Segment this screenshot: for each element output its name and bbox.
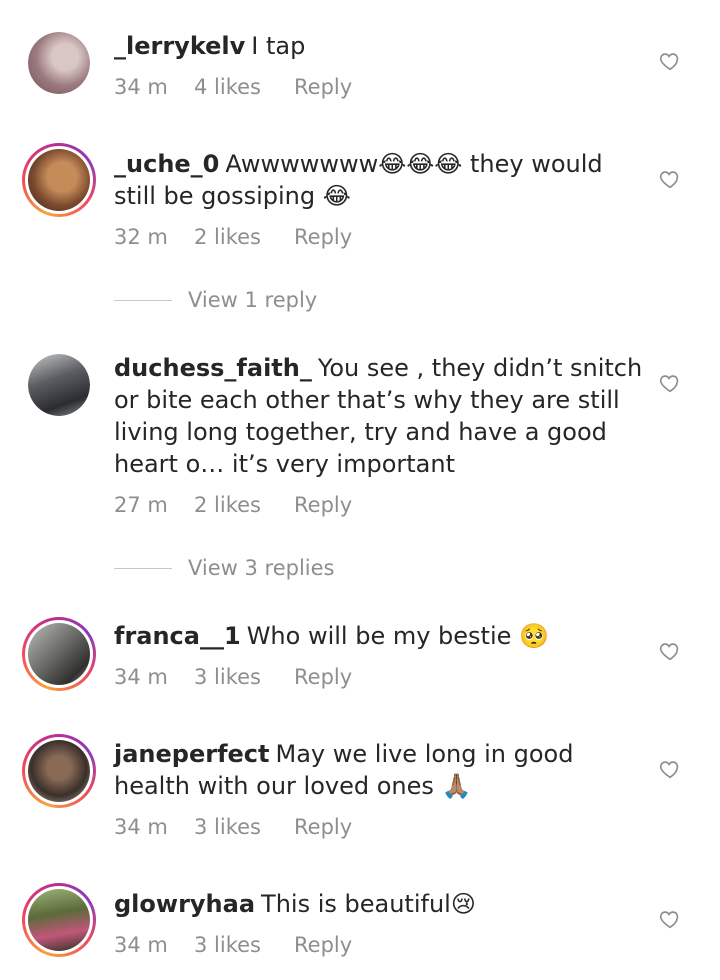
avatar-photo	[28, 354, 90, 416]
divider-line	[114, 567, 172, 569]
heart-outline-icon[interactable]	[659, 908, 681, 930]
username-link[interactable]: glowryhaa	[114, 890, 255, 918]
comment-body: Who will be my bestie 🥺	[246, 622, 549, 650]
comment-text: glowryhaa This is beautiful😢	[114, 888, 644, 920]
avatar[interactable]	[28, 32, 90, 94]
avatar-photo	[28, 149, 90, 211]
timestamp: 34 m	[114, 815, 168, 839]
username-link[interactable]: _lerrykelv	[114, 32, 245, 60]
timestamp: 32 m	[114, 225, 168, 249]
avatar[interactable]	[22, 883, 96, 957]
likes-count[interactable]: 2 likes	[194, 493, 294, 517]
reply-button[interactable]: Reply	[294, 815, 374, 839]
reply-button[interactable]: Reply	[294, 75, 374, 99]
comment-meta: 34 m 3 likes Reply	[114, 665, 374, 689]
avatar-photo	[28, 623, 90, 685]
comment-meta: 34 m 4 likes Reply	[114, 75, 374, 99]
timestamp: 34 m	[114, 75, 168, 99]
comment-text: franca__1 Who will be my bestie 🥺	[114, 620, 644, 652]
username-link[interactable]: franca__1	[114, 622, 241, 650]
reply-button[interactable]: Reply	[294, 225, 374, 249]
comment-meta: 27 m 2 likes Reply	[114, 493, 374, 517]
avatar[interactable]	[28, 354, 90, 416]
timestamp: 34 m	[114, 665, 168, 689]
comment-body: I tap	[251, 32, 306, 60]
comment-body: This is beautiful😢	[261, 890, 476, 918]
avatar-photo	[28, 889, 90, 951]
likes-count[interactable]: 3 likes	[194, 665, 294, 689]
reply-button[interactable]: Reply	[294, 493, 374, 517]
comment-meta: 34 m 3 likes Reply	[114, 933, 374, 957]
comment-meta: 32 m 2 likes Reply	[114, 225, 374, 249]
comment-meta: 34 m 3 likes Reply	[114, 815, 374, 839]
likes-count[interactable]: 3 likes	[194, 815, 294, 839]
view-replies-link[interactable]: View 1 reply	[114, 288, 317, 312]
likes-count[interactable]: 4 likes	[194, 75, 294, 99]
heart-outline-icon[interactable]	[659, 168, 681, 190]
avatar[interactable]	[22, 617, 96, 691]
username-link[interactable]: _uche_0	[114, 150, 219, 178]
username-link[interactable]: janeperfect	[114, 740, 270, 768]
avatar-photo	[28, 32, 90, 94]
view-replies-label: View 3 replies	[188, 556, 335, 580]
avatar[interactable]	[22, 734, 96, 808]
view-replies-link[interactable]: View 3 replies	[114, 556, 335, 580]
timestamp: 34 m	[114, 933, 168, 957]
reply-button[interactable]: Reply	[294, 933, 374, 957]
heart-outline-icon[interactable]	[659, 372, 681, 394]
heart-outline-icon[interactable]	[659, 50, 681, 72]
divider-line	[114, 299, 172, 301]
reply-button[interactable]: Reply	[294, 665, 374, 689]
comment-text: janeperfect May we live long in good heal…	[114, 738, 644, 802]
comment-text: _uche_0 Awwwwwww😂😂😂 they would still be g…	[114, 148, 644, 212]
avatar[interactable]	[22, 143, 96, 217]
view-replies-label: View 1 reply	[188, 288, 318, 312]
username-link[interactable]: duchess_faith_	[114, 354, 312, 382]
heart-outline-icon[interactable]	[659, 758, 681, 780]
avatar-photo	[28, 740, 90, 802]
likes-count[interactable]: 3 likes	[194, 933, 294, 957]
likes-count[interactable]: 2 likes	[194, 225, 294, 249]
comment-text: duchess_faith_ You see , they didn’t snit…	[114, 352, 644, 480]
timestamp: 27 m	[114, 493, 168, 517]
heart-outline-icon[interactable]	[659, 640, 681, 662]
comment-text: _lerrykelv I tap	[114, 30, 644, 62]
